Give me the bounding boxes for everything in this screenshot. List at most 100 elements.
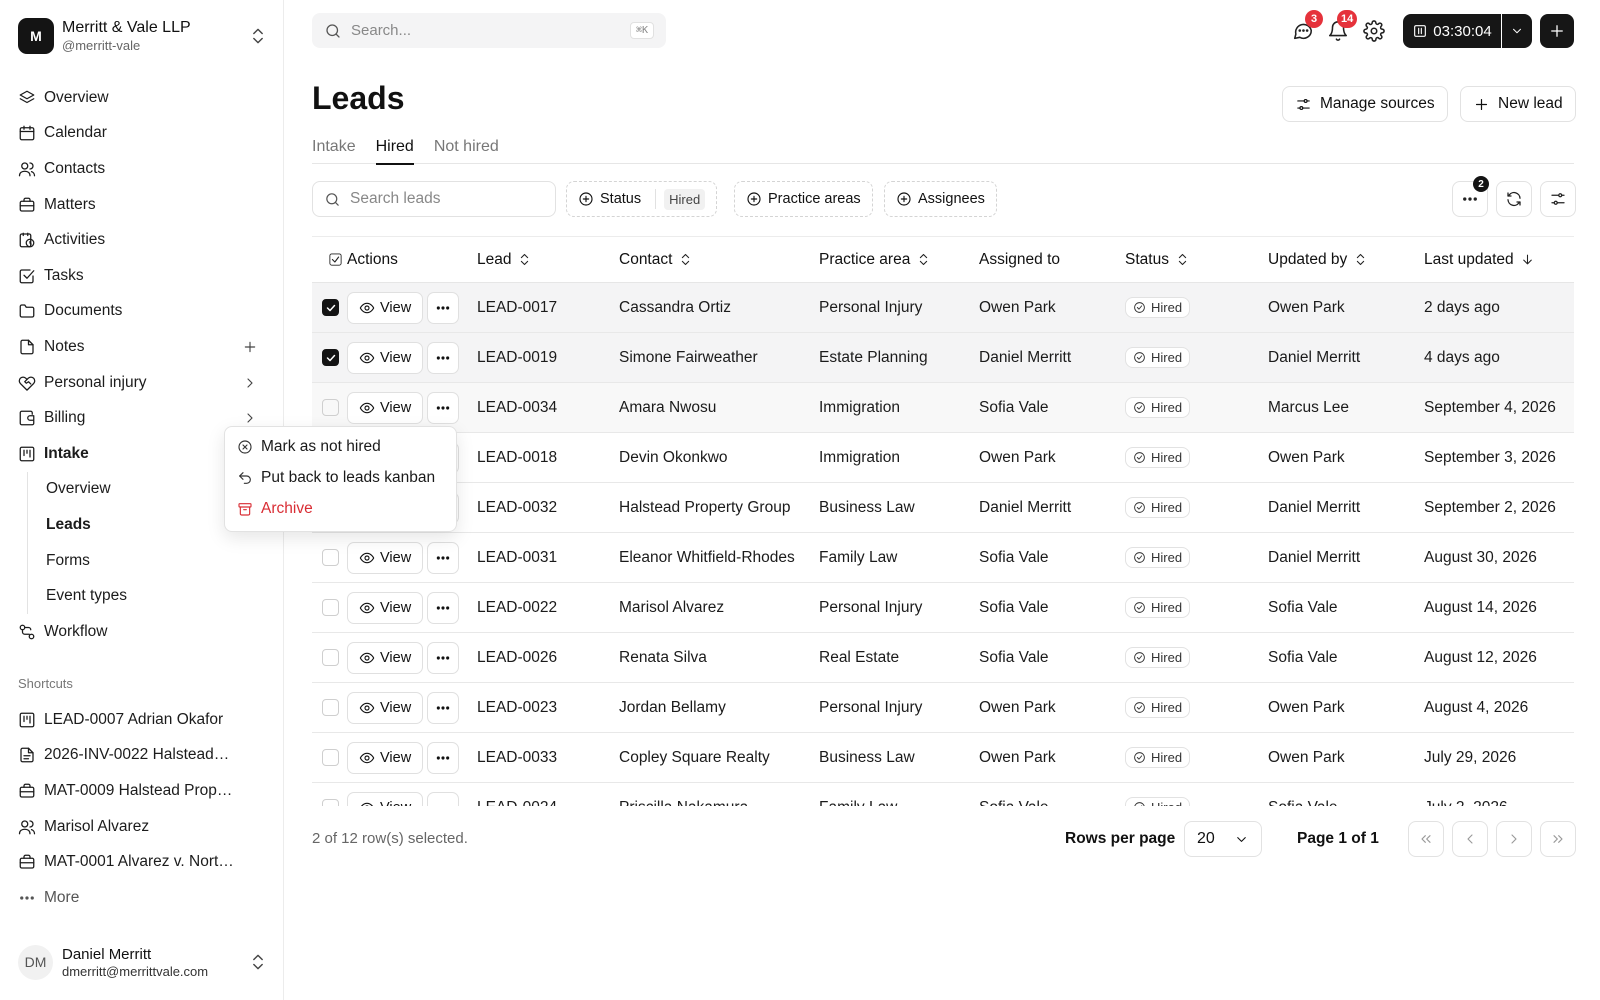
shortcut-item[interactable]: 2026-INV-0022 Halstead…: [0, 738, 284, 774]
settings-button[interactable]: [1363, 20, 1385, 42]
nav-overview[interactable]: Overview: [0, 80, 284, 116]
row-more-button[interactable]: [427, 541, 460, 574]
row-more-button[interactable]: [427, 591, 460, 624]
rows-per-page-select[interactable]: 20: [1184, 821, 1262, 857]
row-more-button[interactable]: [427, 341, 460, 374]
table-row[interactable]: View LEAD-0026 Renata Silva Real Estate Sofi…: [312, 633, 1574, 683]
table-row[interactable]: ViewLEAD-0018Devin OkonkwoImmigrationOwe…: [312, 433, 1574, 483]
nav-contacts[interactable]: Contacts: [0, 151, 284, 187]
sub-nav-forms[interactable]: Forms: [27, 542, 284, 579]
row-checkbox[interactable]: [322, 349, 339, 366]
nav-documents[interactable]: Documents: [0, 294, 284, 330]
shortcut-item[interactable]: Marisol Alvarez: [0, 809, 284, 845]
col-status[interactable]: Status: [1125, 251, 1268, 269]
refresh-button[interactable]: [1496, 181, 1532, 217]
nav-matters[interactable]: Matters: [0, 187, 284, 223]
col-updated-by[interactable]: Updated by: [1268, 251, 1424, 269]
org-switcher[interactable]: M Merritt & Vale LLP @merritt-vale: [18, 16, 268, 56]
view-button[interactable]: View: [347, 741, 424, 774]
table-row[interactable]: ViewLEAD-0032Halstead Property GroupBusi…: [312, 483, 1574, 533]
lead-id[interactable]: LEAD-0019: [475, 349, 619, 367]
plus-icon[interactable]: [242, 339, 258, 355]
timer-button[interactable]: 03:30:04: [1403, 14, 1501, 48]
first-page-button[interactable]: [1408, 821, 1444, 857]
shortcuts-more[interactable]: More: [0, 880, 284, 916]
lead-id[interactable]: LEAD-0018: [475, 449, 619, 467]
nav-personal-injury[interactable]: Personal injury: [0, 365, 284, 401]
row-checkbox[interactable]: [322, 749, 339, 766]
previous-page-button[interactable]: [1452, 821, 1488, 857]
col-lead[interactable]: Lead: [475, 251, 619, 269]
view-button[interactable]: View: [347, 341, 424, 374]
manage-sources-button[interactable]: Manage sources: [1282, 86, 1448, 122]
user-menu[interactable]: DM Daniel Merritt dmerritt@merrittvale.c…: [18, 942, 268, 982]
timer-dropdown-button[interactable]: [1502, 14, 1532, 48]
nav-workflow[interactable]: Workflow: [0, 614, 284, 650]
table-row[interactable]: View LEAD-0031 Eleanor Whitfield-Rhodes Fam…: [312, 533, 1574, 583]
row-checkbox[interactable]: [322, 599, 339, 616]
assignees-filter[interactable]: Assignees: [884, 181, 997, 217]
lead-id[interactable]: LEAD-0034: [475, 399, 619, 417]
lead-id[interactable]: LEAD-0031: [475, 549, 619, 567]
row-checkbox[interactable]: [322, 799, 339, 806]
menu-archive[interactable]: Archive: [225, 494, 456, 525]
col-last-updated[interactable]: Last updated: [1424, 251, 1574, 269]
next-page-button[interactable]: [1496, 821, 1532, 857]
shortcut-item[interactable]: MAT-0001 Alvarez v. Nort…: [0, 844, 284, 880]
lead-id[interactable]: LEAD-0033: [475, 749, 619, 767]
row-more-button[interactable]: [427, 291, 460, 324]
view-button[interactable]: View: [347, 541, 424, 574]
row-more-button[interactable]: [427, 691, 460, 724]
row-checkbox[interactable]: [322, 399, 339, 416]
row-checkbox[interactable]: [322, 699, 339, 716]
quick-add-button[interactable]: [1540, 14, 1574, 48]
view-button[interactable]: View: [347, 391, 424, 424]
nav-tasks[interactable]: Tasks: [0, 258, 284, 294]
lead-id[interactable]: LEAD-0026: [475, 649, 619, 667]
row-more-button[interactable]: [427, 791, 460, 806]
view-options-button[interactable]: [1540, 181, 1576, 217]
col-practice-area[interactable]: Practice area: [819, 251, 979, 269]
select-all-checkbox[interactable]: [312, 252, 347, 267]
table-row[interactable]: View LEAD-0034 Amara Nwosu Immigration Sofia…: [312, 383, 1574, 433]
last-page-button[interactable]: [1540, 821, 1576, 857]
lead-id[interactable]: LEAD-0024: [475, 799, 619, 807]
view-button[interactable]: View: [347, 291, 424, 324]
nav-calendar[interactable]: Calendar: [0, 116, 284, 152]
lead-id[interactable]: LEAD-0022: [475, 599, 619, 617]
menu-put-back[interactable]: Put back to leads kanban: [225, 462, 456, 493]
shortcut-item[interactable]: LEAD-0007 Adrian Okafor: [0, 702, 284, 738]
search-leads-input[interactable]: Search leads: [312, 181, 556, 217]
row-checkbox[interactable]: [322, 649, 339, 666]
tab-not-hired[interactable]: Not hired: [434, 130, 499, 164]
table-row[interactable]: View LEAD-0023 Jordan Bellamy Personal Inju…: [312, 683, 1574, 733]
practice-areas-filter[interactable]: Practice areas: [734, 181, 873, 217]
table-row[interactable]: View LEAD-0022 Marisol Alvarez Personal Inj…: [312, 583, 1574, 633]
view-button[interactable]: View: [347, 591, 424, 624]
shortcut-item[interactable]: MAT-0009 Halstead Prop…: [0, 773, 284, 809]
row-more-button[interactable]: [427, 391, 460, 424]
lead-id[interactable]: LEAD-0032: [475, 499, 619, 517]
row-checkbox[interactable]: [322, 549, 339, 566]
new-lead-button[interactable]: New lead: [1460, 86, 1576, 122]
view-button[interactable]: View: [347, 641, 424, 674]
sub-nav-event-types[interactable]: Event types: [27, 578, 284, 614]
view-button[interactable]: View: [347, 691, 424, 724]
tab-hired[interactable]: Hired: [375, 130, 415, 165]
tab-intake[interactable]: Intake: [312, 130, 356, 164]
menu-mark-not-hired[interactable]: Mark as not hired: [225, 431, 456, 462]
row-more-button[interactable]: [427, 741, 460, 774]
view-button[interactable]: View: [347, 791, 424, 806]
nav-notes[interactable]: Notes: [0, 329, 284, 365]
table-row[interactable]: View LEAD-0033 Copley Square Realty Busines…: [312, 733, 1574, 783]
row-checkbox[interactable]: [322, 299, 339, 316]
row-more-button[interactable]: [427, 641, 460, 674]
col-contact[interactable]: Contact: [619, 251, 819, 269]
status-filter[interactable]: Status Hired: [566, 181, 718, 217]
table-row[interactable]: View LEAD-0017 Cassandra Ortiz Personal Inj…: [312, 283, 1574, 333]
nav-activities[interactable]: Activities: [0, 222, 284, 258]
table-row[interactable]: View LEAD-0024Priscilla NakamuraFamily La…: [312, 783, 1574, 806]
lead-id[interactable]: LEAD-0017: [475, 299, 619, 317]
lead-id[interactable]: LEAD-0023: [475, 699, 619, 717]
global-search[interactable]: Search... ⌘K: [312, 13, 666, 48]
